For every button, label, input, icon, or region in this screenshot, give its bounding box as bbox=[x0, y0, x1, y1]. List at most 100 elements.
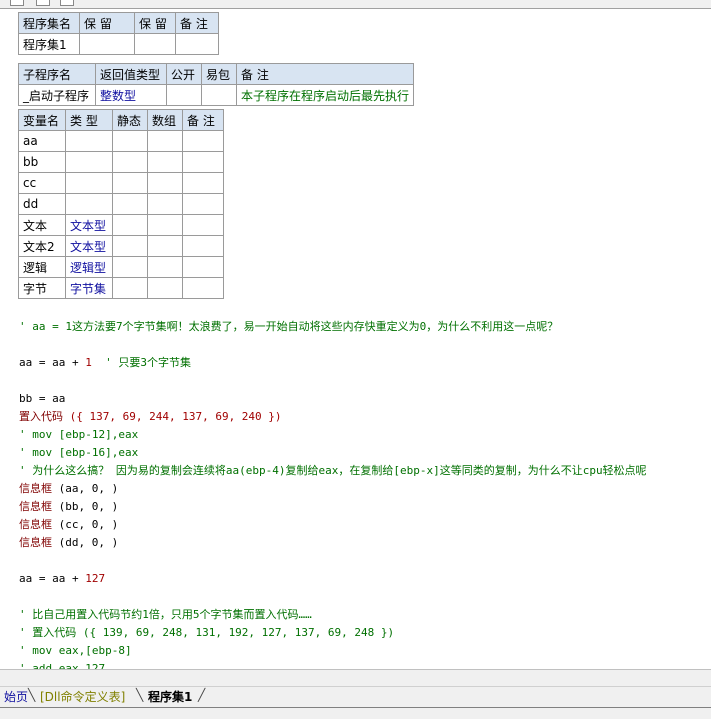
header-cell: 静态 bbox=[112, 109, 148, 131]
table-cell[interactable] bbox=[134, 33, 176, 55]
code-comment-line[interactable]: ' 置入代码 ({ 139, 69, 248, 131, 192, 127, 1… bbox=[19, 624, 394, 642]
var-name-cell[interactable]: 文本2 bbox=[18, 235, 66, 257]
code-line[interactable]: 信息框 (dd, 0, ) bbox=[19, 534, 118, 552]
var-name-cell[interactable]: bb bbox=[18, 151, 66, 173]
table-cell[interactable] bbox=[175, 33, 219, 55]
table-cell[interactable] bbox=[182, 214, 224, 236]
code-editor[interactable]: 程序集名 保 留 保 留 备 注 程序集1 子程序名 返回值类型 公开 易包 备… bbox=[0, 9, 711, 669]
tab-separator-icon: ╲ bbox=[136, 688, 144, 702]
header-cell: 返回值类型 bbox=[95, 63, 167, 85]
var-type-cell[interactable] bbox=[65, 130, 113, 152]
table-cell[interactable] bbox=[112, 256, 148, 278]
var-name-cell[interactable]: 字节 bbox=[18, 277, 66, 299]
var-type-cell[interactable] bbox=[65, 151, 113, 173]
code-line[interactable]: 置入代码 ({ 137, 69, 244, 137, 69, 240 }) bbox=[19, 408, 282, 426]
code-args: (bb, 0, ) bbox=[52, 500, 119, 513]
remark-cell[interactable]: 本子程序在程序启动后最先执行 bbox=[235, 84, 415, 106]
table-cell[interactable] bbox=[147, 193, 183, 215]
table-cell[interactable] bbox=[147, 277, 183, 299]
header-cell: 类 型 bbox=[65, 109, 113, 131]
code-args: ({ 137, 69, 244, 137, 69, 240 }) bbox=[63, 410, 282, 423]
table-cell[interactable] bbox=[112, 277, 148, 299]
header-cell: 公开 bbox=[166, 63, 202, 85]
header-cell: 数组 bbox=[147, 109, 183, 131]
table-cell[interactable] bbox=[147, 130, 183, 152]
var-name-cell[interactable]: 逻辑 bbox=[18, 256, 66, 278]
table-cell[interactable] bbox=[147, 151, 183, 173]
top-toolbar-strip bbox=[0, 0, 711, 9]
table-cell[interactable] bbox=[147, 172, 183, 194]
code-comment-line[interactable]: ' mov eax,[ebp-8] bbox=[19, 642, 132, 660]
code-line[interactable]: aa = aa + 1 ' 只要3个字节集 bbox=[19, 354, 191, 372]
var-type-cell[interactable]: 文本型 bbox=[65, 214, 113, 236]
table-cell[interactable] bbox=[182, 151, 224, 173]
var-name-cell[interactable]: cc bbox=[18, 172, 66, 194]
code-line[interactable]: 信息框 (cc, 0, ) bbox=[19, 516, 118, 534]
code-command: 信息框 bbox=[19, 482, 52, 495]
minimize-icon[interactable] bbox=[10, 0, 24, 6]
subroutine-name-cell[interactable]: _启动子程序 bbox=[18, 84, 96, 106]
code-comment-line[interactable]: ' mov [ebp-12],eax bbox=[19, 426, 138, 444]
code-args: (aa, 0, ) bbox=[52, 482, 119, 495]
table-cell[interactable] bbox=[182, 235, 224, 257]
assembly-name-cell[interactable]: 程序集1 bbox=[18, 33, 80, 55]
code-number: 1 bbox=[85, 356, 92, 369]
var-name-cell[interactable]: 文本 bbox=[18, 214, 66, 236]
code-text: aa = aa + bbox=[19, 356, 86, 369]
horizontal-scrollbar[interactable] bbox=[0, 670, 711, 687]
table-cell[interactable] bbox=[182, 172, 224, 194]
code-command: 信息框 bbox=[19, 536, 52, 549]
var-type-cell[interactable] bbox=[65, 193, 113, 215]
code-args: (dd, 0, ) bbox=[52, 536, 119, 549]
header-cell: 备 注 bbox=[175, 12, 219, 34]
var-type-cell[interactable]: 字节集 bbox=[65, 277, 113, 299]
code-line[interactable]: 信息框 (bb, 0, ) bbox=[19, 498, 118, 516]
var-type-cell[interactable]: 逻辑型 bbox=[65, 256, 113, 278]
table-cell[interactable] bbox=[182, 130, 224, 152]
table-cell[interactable] bbox=[147, 256, 183, 278]
header-cell: 备 注 bbox=[182, 109, 224, 131]
table-cell[interactable] bbox=[112, 214, 148, 236]
tab-dll-definitions[interactable]: [Dll命令定义表] bbox=[36, 688, 129, 706]
tab-assembly-1[interactable]: 程序集1 bbox=[144, 688, 196, 706]
close-icon[interactable] bbox=[60, 0, 74, 6]
header-cell: 变量名 bbox=[18, 109, 66, 131]
table-cell[interactable] bbox=[112, 193, 148, 215]
code-comment-line[interactable]: ' 为什么这么搞？ 因为易的复制会连续将aa(ebp-4)复制给eax，在复制给… bbox=[19, 462, 647, 480]
code-line[interactable]: 信息框 (aa, 0, ) bbox=[19, 480, 118, 498]
epackage-cell[interactable] bbox=[201, 84, 237, 106]
subroutine-table: 子程序名 返回值类型 公开 易包 备 注 _启动子程序 整数型 本子程序在程序启… bbox=[18, 63, 415, 106]
code-text: aa = aa + bbox=[19, 572, 86, 585]
table-cell[interactable] bbox=[147, 235, 183, 257]
code-command: 置入代码 bbox=[19, 410, 63, 423]
tab-separator-icon: ╲ bbox=[28, 688, 36, 702]
table-cell[interactable] bbox=[112, 151, 148, 173]
code-line[interactable]: bb = aa bbox=[19, 390, 65, 408]
code-comment: ' 只要3个字节集 bbox=[91, 356, 191, 369]
restore-icon[interactable] bbox=[36, 0, 50, 6]
table-cell[interactable] bbox=[182, 277, 224, 299]
code-line[interactable]: aa = aa + 127 bbox=[19, 570, 105, 588]
table-cell[interactable] bbox=[112, 172, 148, 194]
table-cell[interactable] bbox=[112, 235, 148, 257]
code-comment-line[interactable]: ' add eax,127 bbox=[19, 660, 105, 669]
divider bbox=[0, 707, 711, 708]
table-cell[interactable] bbox=[182, 256, 224, 278]
code-comment-line[interactable]: ' aa = 1这方法要7个字节集啊！太浪费了，易一开始自动将这些内存快重定义为… bbox=[19, 318, 558, 336]
code-comment-line[interactable]: ' mov [ebp-16],eax bbox=[19, 444, 138, 462]
var-type-cell[interactable]: 文本型 bbox=[65, 235, 113, 257]
table-cell[interactable] bbox=[147, 214, 183, 236]
table-cell[interactable] bbox=[182, 193, 224, 215]
var-type-cell[interactable] bbox=[65, 172, 113, 194]
var-name-cell[interactable]: dd bbox=[18, 193, 66, 215]
table-cell[interactable] bbox=[112, 130, 148, 152]
code-comment-line[interactable]: ' 比自己用置入代码节约1倍，只用5个字节集而置入代码…… bbox=[19, 606, 312, 624]
assembly-table: 程序集名 保 留 保 留 备 注 程序集1 bbox=[18, 12, 219, 55]
var-name-cell[interactable]: aa bbox=[18, 130, 66, 152]
public-cell[interactable] bbox=[166, 84, 202, 106]
header-cell: 保 留 bbox=[134, 12, 176, 34]
return-type-cell[interactable]: 整数型 bbox=[95, 84, 167, 106]
header-cell: 备 注 bbox=[235, 63, 415, 85]
table-cell[interactable] bbox=[79, 33, 135, 55]
code-number: 127 bbox=[85, 572, 106, 585]
